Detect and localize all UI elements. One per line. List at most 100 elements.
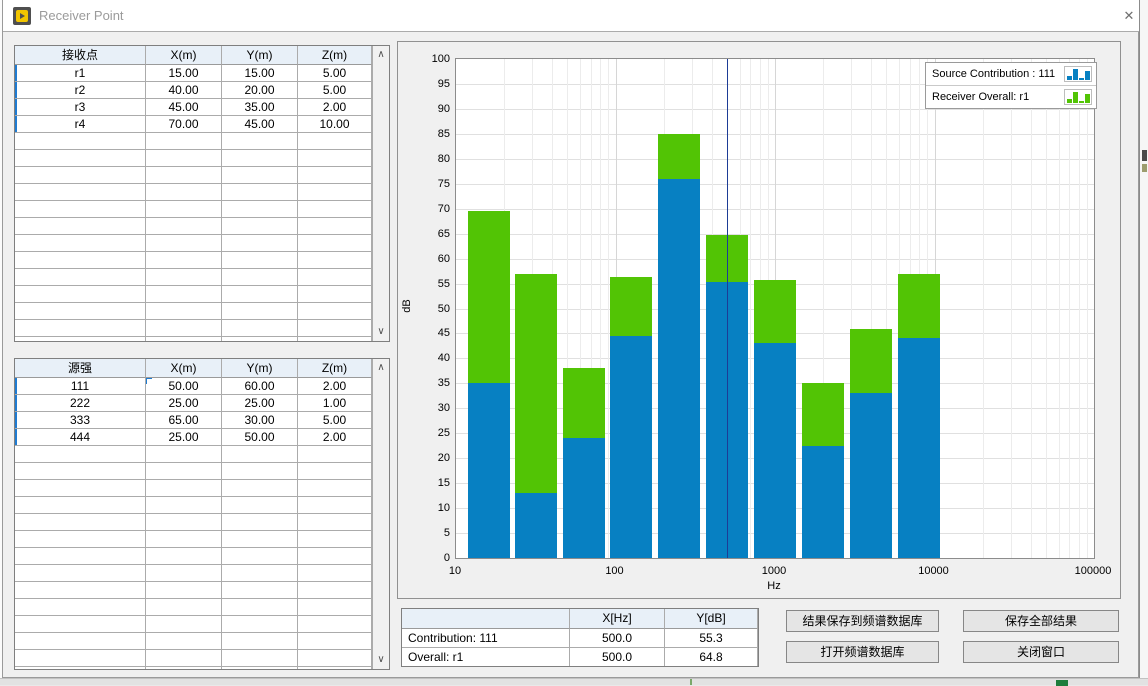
empty-cell[interactable] — [15, 599, 146, 616]
empty-cell[interactable] — [298, 252, 372, 269]
empty-cell[interactable] — [15, 531, 146, 548]
cell[interactable]: 2.00 — [298, 99, 372, 116]
cell[interactable]: 444 — [15, 429, 146, 446]
empty-cell[interactable] — [146, 150, 222, 167]
empty-cell[interactable] — [146, 667, 222, 670]
empty-cell[interactable] — [15, 167, 146, 184]
empty-cell[interactable] — [15, 218, 146, 235]
cell[interactable]: 333 — [15, 412, 146, 429]
cell[interactable]: 50.00 — [146, 378, 222, 395]
cell[interactable]: 5.00 — [298, 412, 372, 429]
empty-cell[interactable] — [222, 184, 298, 201]
cell[interactable]: 45.00 — [146, 99, 222, 116]
empty-cell[interactable] — [222, 616, 298, 633]
empty-cell[interactable] — [298, 235, 372, 252]
save-all-results-button[interactable]: 保存全部结果 — [963, 610, 1119, 632]
empty-cell[interactable] — [298, 616, 372, 633]
cell[interactable]: 500.0 — [570, 629, 665, 648]
cell[interactable]: 64.8 — [665, 648, 758, 667]
empty-cell[interactable] — [15, 201, 146, 218]
cell[interactable]: 1.00 — [298, 395, 372, 412]
cell[interactable]: r4 — [15, 116, 146, 133]
empty-cell[interactable] — [15, 633, 146, 650]
empty-cell[interactable] — [146, 235, 222, 252]
chart-cursor-line[interactable] — [727, 59, 728, 558]
empty-cell[interactable] — [298, 218, 372, 235]
empty-cell[interactable] — [15, 446, 146, 463]
empty-cell[interactable] — [222, 252, 298, 269]
empty-cell[interactable] — [298, 446, 372, 463]
empty-cell[interactable] — [298, 650, 372, 667]
empty-cell[interactable] — [298, 150, 372, 167]
empty-cell[interactable] — [15, 235, 146, 252]
empty-cell[interactable] — [298, 599, 372, 616]
cell[interactable]: 40.00 — [146, 82, 222, 99]
empty-cell[interactable] — [146, 633, 222, 650]
empty-cell[interactable] — [146, 201, 222, 218]
empty-cell[interactable] — [222, 531, 298, 548]
cell[interactable]: 70.00 — [146, 116, 222, 133]
empty-cell[interactable] — [298, 497, 372, 514]
empty-cell[interactable] — [15, 480, 146, 497]
empty-cell[interactable] — [146, 650, 222, 667]
empty-cell[interactable] — [222, 548, 298, 565]
empty-cell[interactable] — [222, 320, 298, 337]
cell[interactable]: 5.00 — [298, 82, 372, 99]
empty-cell[interactable] — [298, 463, 372, 480]
empty-cell[interactable] — [222, 480, 298, 497]
empty-cell[interactable] — [15, 337, 146, 342]
empty-cell[interactable] — [222, 337, 298, 342]
empty-cell[interactable] — [222, 446, 298, 463]
empty-cell[interactable] — [146, 616, 222, 633]
empty-cell[interactable] — [146, 531, 222, 548]
cell[interactable]: 60.00 — [222, 378, 298, 395]
cell[interactable]: 25.00 — [222, 395, 298, 412]
empty-cell[interactable] — [146, 218, 222, 235]
empty-cell[interactable] — [298, 582, 372, 599]
empty-cell[interactable] — [15, 184, 146, 201]
empty-cell[interactable] — [222, 167, 298, 184]
empty-cell[interactable] — [298, 133, 372, 150]
empty-cell[interactable] — [298, 269, 372, 286]
open-spectrum-db-button[interactable]: 打开频谱数据库 — [786, 641, 939, 663]
scroll-up-icon[interactable]: ∧ — [373, 47, 389, 63]
empty-cell[interactable] — [15, 320, 146, 337]
empty-cell[interactable] — [15, 565, 146, 582]
empty-cell[interactable] — [222, 269, 298, 286]
legend-entry-overall[interactable]: Receiver Overall: r1 — [926, 85, 1096, 108]
empty-cell[interactable] — [146, 497, 222, 514]
cell[interactable]: r1 — [15, 65, 146, 82]
scroll-down-icon[interactable]: ∨ — [373, 652, 389, 668]
cell[interactable]: 111 — [15, 378, 146, 395]
empty-cell[interactable] — [298, 667, 372, 670]
empty-cell[interactable] — [222, 235, 298, 252]
empty-cell[interactable] — [222, 667, 298, 670]
empty-cell[interactable] — [15, 303, 146, 320]
cell[interactable]: 500.0 — [570, 648, 665, 667]
empty-cell[interactable] — [146, 269, 222, 286]
empty-cell[interactable] — [15, 150, 146, 167]
cell[interactable]: 20.00 — [222, 82, 298, 99]
empty-cell[interactable] — [146, 303, 222, 320]
cell[interactable]: 15.00 — [146, 65, 222, 82]
empty-cell[interactable] — [298, 201, 372, 218]
empty-cell[interactable] — [146, 463, 222, 480]
empty-cell[interactable] — [146, 184, 222, 201]
empty-cell[interactable] — [298, 633, 372, 650]
cell[interactable]: 222 — [15, 395, 146, 412]
empty-cell[interactable] — [298, 531, 372, 548]
source-table-scrollbar[interactable]: ∧ ∨ — [372, 359, 389, 669]
cell[interactable]: 65.00 — [146, 412, 222, 429]
empty-cell[interactable] — [298, 320, 372, 337]
cell[interactable]: r2 — [15, 82, 146, 99]
empty-cell[interactable] — [146, 320, 222, 337]
empty-cell[interactable] — [298, 286, 372, 303]
empty-cell[interactable] — [146, 286, 222, 303]
empty-cell[interactable] — [222, 218, 298, 235]
cell[interactable]: 2.00 — [298, 429, 372, 446]
empty-cell[interactable] — [298, 184, 372, 201]
empty-cell[interactable] — [15, 650, 146, 667]
cell[interactable]: Contribution: 111 — [402, 629, 570, 648]
empty-cell[interactable] — [298, 337, 372, 342]
empty-cell[interactable] — [222, 599, 298, 616]
